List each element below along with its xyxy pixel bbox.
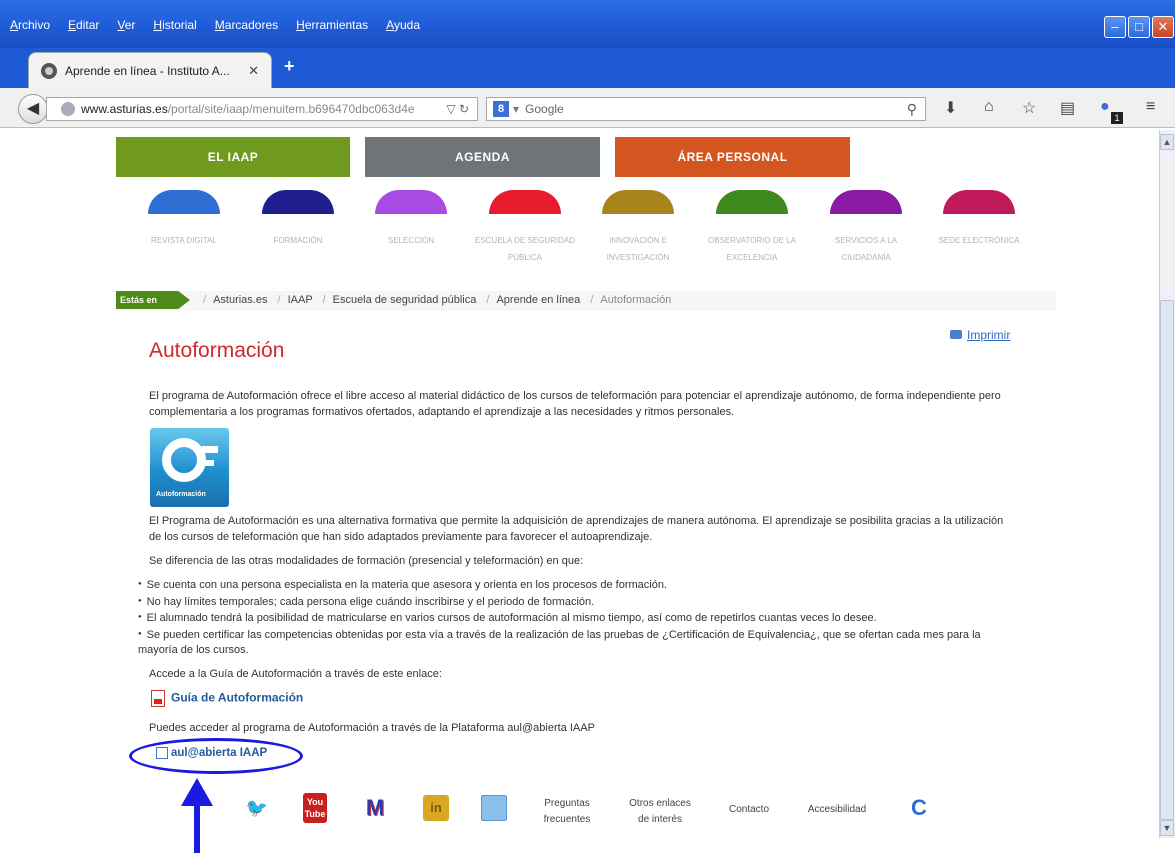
home-icon[interactable]: ⌂ (984, 98, 994, 116)
faq-link[interactable]: Preguntas frecuentes (532, 796, 602, 828)
highlight-circle (129, 738, 303, 774)
crumb-asturias[interactable]: Asturias.es (213, 294, 267, 306)
c-logo-icon[interactable]: C (906, 795, 932, 821)
section-sede-icon[interactable] (943, 190, 1015, 214)
section-seleccion-label[interactable]: SELECCIÓN (356, 232, 466, 249)
youtube-bottom: Tube (304, 809, 326, 819)
back-button[interactable]: ◀ (18, 94, 48, 124)
print-label: Imprimir (967, 328, 1011, 342)
browser-tab[interactable]: Aprende en línea - Instituto A... ✕ (28, 52, 272, 88)
linkedin-icon[interactable]: in (423, 795, 449, 821)
menu-ayuda[interactable]: Ayuda (386, 18, 420, 32)
reload-icon[interactable]: ▽ ↻ (446, 102, 469, 116)
section-innovacion-label[interactable]: INNOVACIÓN E INVESTIGACIÓN (583, 232, 693, 266)
close-window-icon[interactable]: ✕ (1152, 16, 1174, 38)
reading-list-icon[interactable]: ▤ (1060, 98, 1075, 118)
print-link[interactable]: Imprimir (950, 328, 1010, 342)
favicon-icon (41, 62, 57, 79)
section-observatorio-icon[interactable] (716, 190, 788, 214)
features-list: Se cuenta con una persona especialista e… (138, 577, 1018, 659)
menu-marcadores[interactable]: Marcadores (215, 18, 278, 32)
breadcrumb: / Asturias.es / IAAP / Escuela de seguridad… (203, 294, 672, 306)
nav-agenda[interactable]: AGENDA (365, 137, 600, 177)
addon-badge: 1 (1111, 112, 1123, 124)
section-innovacion-icon[interactable] (602, 190, 674, 214)
crumb-iaap[interactable]: IAAP (288, 294, 313, 306)
autoformacion-logo: Autoformación (150, 428, 229, 507)
accessibility-link[interactable]: Accesibilidad (800, 802, 874, 818)
platform-text: Puedes acceder al programa de Autoformac… (149, 722, 595, 734)
menu-editar[interactable]: Editar (68, 18, 99, 32)
search-placeholder: Google (525, 102, 564, 116)
tab-title: Aprende en línea - Instituto A... (65, 63, 230, 78)
twitter-icon[interactable]: 🐦 (244, 795, 270, 821)
download-icon[interactable]: ⬇ (944, 98, 957, 118)
scrollbar-thumb[interactable] (1160, 300, 1174, 820)
menu-ver[interactable]: Ver (117, 18, 135, 32)
menu-historial[interactable]: Historial (153, 18, 196, 32)
search-input[interactable]: 8 ▾ Google ⚲ (486, 97, 926, 121)
minimize-icon[interactable]: – (1104, 16, 1126, 38)
printer-icon (950, 330, 962, 339)
section-sede-label[interactable]: SEDE ELECTRÓNICA (924, 232, 1034, 249)
url-host: www.asturias.es (81, 102, 168, 116)
other-label-2: de interés (638, 814, 682, 825)
maximize-icon[interactable]: □ (1128, 16, 1150, 38)
new-tab-button[interactable]: + (284, 56, 295, 77)
menu-archivo[interactable]: Archivo (10, 18, 50, 32)
contact-link[interactable]: Contacto (718, 802, 780, 818)
list-item: El alumnado tendrá la posibilidad de mat… (138, 610, 1018, 627)
other-links-link[interactable]: Otros enlaces de interés (620, 796, 700, 828)
m-logo-icon[interactable]: M (362, 795, 388, 821)
guide-link[interactable]: Guía de Autoformación (151, 690, 303, 707)
page-title: Autoformación (149, 339, 285, 362)
crumb-current: Autoformación (600, 294, 672, 306)
difference-text: Se diferencia de las otras modalidades d… (149, 555, 584, 567)
section-escuela-icon[interactable] (489, 190, 561, 214)
globe-icon (61, 102, 75, 116)
youtube-top: You (306, 797, 324, 807)
section-revista-icon[interactable] (148, 190, 220, 214)
crumb-aprende[interactable]: Aprende en línea (496, 294, 580, 306)
section-formacion-icon[interactable] (262, 190, 334, 214)
logo-text: Autoformación (156, 491, 206, 498)
crumb-escuela[interactable]: Escuela de seguridad pública (333, 294, 477, 306)
list-item: No hay límites temporales; cada persona … (138, 594, 1018, 611)
pdf-icon (151, 690, 165, 707)
url-path: /portal/site/iaap/menuitem.b696470dbc063… (167, 102, 415, 116)
url-bar[interactable]: www.asturias.es /portal/site/iaap/menuit… (46, 97, 478, 121)
guide-link-label: Guía de Autoformación (171, 690, 304, 705)
list-item: Se cuenta con una persona especialista e… (138, 577, 1018, 594)
nav-el-iaap[interactable]: EL IAAP (116, 137, 350, 177)
menu-herramientas[interactable]: Herramientas (296, 18, 368, 32)
list-item: Se pueden certificar las competencias ob… (138, 627, 1018, 659)
section-seleccion-icon[interactable] (375, 190, 447, 214)
window-icon[interactable] (481, 795, 507, 821)
section-formacion-label[interactable]: FORMACIÓN (243, 232, 353, 249)
faq-label-1: Preguntas (544, 798, 590, 809)
intro-text: El programa de Autoformación ofrece el l… (149, 390, 1001, 418)
menu-icon[interactable]: ≡ (1146, 98, 1155, 116)
breadcrumb-label: Estás en (116, 291, 190, 309)
search-engine-dropdown-icon[interactable]: ▾ (513, 102, 519, 116)
section-escuela-label[interactable]: ESCUELA DE SEGURIDAD PÚBLICA (470, 232, 580, 266)
tab-close-icon[interactable]: ✕ (248, 63, 259, 79)
section-servicios-icon[interactable] (830, 190, 902, 214)
menu-bar: Archivo Editar Ver Historial Marcadores … (10, 18, 420, 32)
bookmark-star-icon[interactable]: ☆ (1022, 98, 1036, 118)
youtube-icon[interactable]: You Tube (303, 793, 327, 823)
other-label-1: Otros enlaces (629, 798, 691, 809)
scroll-up-icon[interactable]: ▲ (1160, 134, 1174, 150)
section-observatorio-label[interactable]: OBSERVATORIO DE LA EXCELENCIA (692, 232, 812, 266)
section-revista-label[interactable]: REVISTA DIGITAL (129, 232, 239, 249)
nav-area-personal[interactable]: ÁREA PERSONAL (615, 137, 850, 177)
section-servicios-label[interactable]: SERVICIOS A LA CIUDADANÍA (811, 232, 921, 266)
search-engine-icon[interactable]: 8 (493, 101, 509, 117)
search-icon[interactable]: ⚲ (907, 101, 917, 118)
addon-icon[interactable]: ● (1100, 98, 1110, 116)
guide-text: Accede a la Guía de Autoformación a trav… (149, 668, 442, 680)
faq-label-2: frecuentes (543, 814, 591, 825)
scroll-down-icon[interactable]: ▼ (1160, 820, 1174, 836)
description-text: El Programa de Autoformación es una alte… (149, 515, 1004, 543)
